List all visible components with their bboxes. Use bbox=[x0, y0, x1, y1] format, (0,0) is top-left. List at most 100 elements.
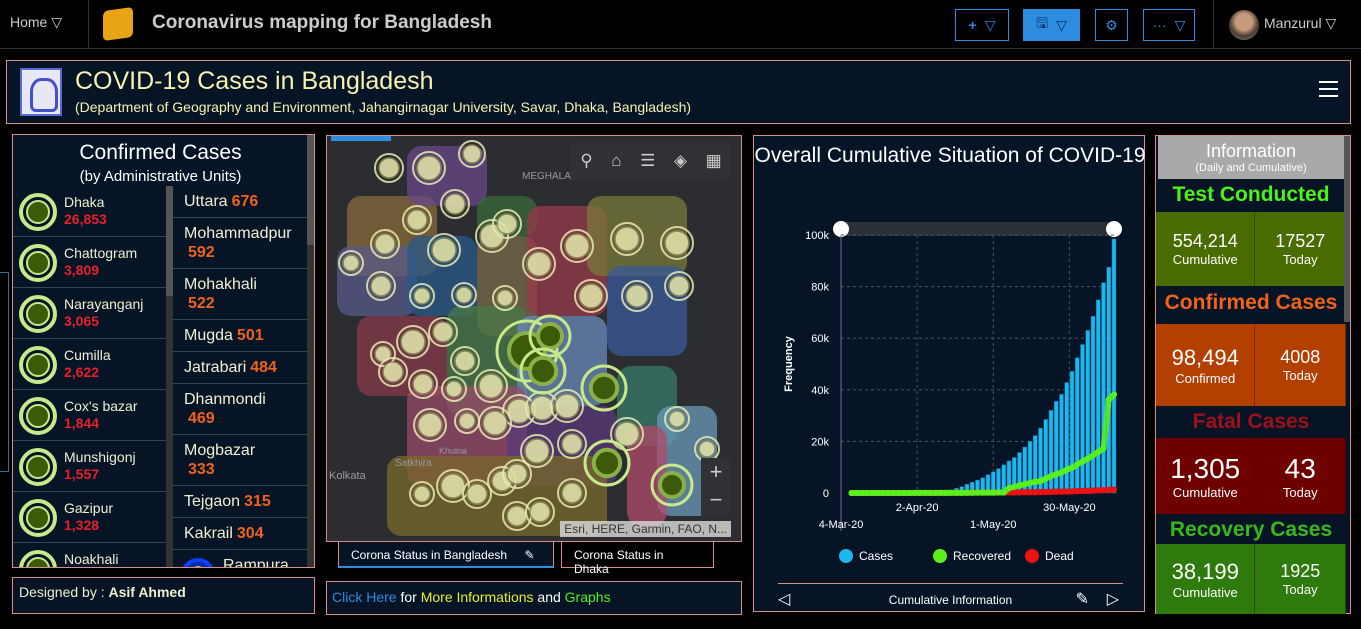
home-menu[interactable]: Home ▽ bbox=[10, 14, 62, 31]
recovered-point bbox=[1074, 461, 1081, 468]
area-item[interactable]: Jatrabari 484 bbox=[173, 352, 308, 384]
area-name: Jatrabari bbox=[184, 359, 247, 376]
tab-label: Corona Status in Dhaka bbox=[574, 548, 664, 576]
tab-dhaka[interactable]: Corona Status in Dhaka bbox=[561, 541, 714, 576]
designer-credit: Designed by : Asif Ahmed bbox=[12, 577, 315, 614]
hotspot-circle bbox=[536, 322, 564, 350]
dhaka-area-list: Uttara 676 Mohammadpur 592 Mohakhali 522 Mugda… bbox=[173, 186, 308, 567]
y-axis-label: Frequency bbox=[783, 335, 795, 392]
cases-bar bbox=[1096, 299, 1101, 494]
district-item[interactable]: Noakhali bbox=[13, 543, 166, 567]
link-text: and bbox=[533, 589, 565, 605]
cases-bar bbox=[1064, 382, 1069, 494]
hamburger-menu-icon[interactable] bbox=[1319, 81, 1338, 97]
case-circle bbox=[614, 226, 640, 252]
case-circle bbox=[478, 373, 504, 399]
district-value: 2,622 bbox=[64, 364, 100, 380]
legend-label: Recovered bbox=[953, 549, 1011, 563]
credit-label: Designed by : bbox=[19, 584, 109, 600]
recovered-point bbox=[958, 489, 965, 496]
case-circle bbox=[458, 412, 476, 430]
recovered-point bbox=[859, 490, 865, 496]
area-item[interactable]: Mogbazar 333 bbox=[173, 435, 308, 486]
dead-point bbox=[1021, 489, 1028, 496]
user-menu[interactable]: Manzurul ▽ bbox=[1264, 15, 1336, 32]
area-item[interactable]: Kakrail 304 bbox=[173, 518, 308, 550]
info-header: Information (Daily and Cumulative) bbox=[1158, 136, 1344, 179]
map-canvas[interactable]: MEGHALAYAKolkataSatkhiraKhulna bbox=[327, 136, 742, 542]
district-item[interactable]: Cox's bazar 1,844 bbox=[13, 390, 166, 441]
legend-label: Cases bbox=[859, 549, 893, 563]
area-item[interactable]: Dhanmondi 469 bbox=[173, 384, 308, 435]
previous-icon[interactable]: ◁ bbox=[778, 589, 790, 609]
case-circle-icon bbox=[19, 193, 57, 231]
scrollbar[interactable] bbox=[307, 135, 314, 567]
area-item[interactable]: Tejgaon 315 bbox=[173, 486, 308, 518]
next-icon[interactable]: ▷ bbox=[1107, 589, 1119, 609]
scrollbar[interactable] bbox=[166, 186, 173, 567]
case-circle bbox=[529, 501, 551, 523]
save-button[interactable]: 🖫 ▽ bbox=[1023, 9, 1080, 41]
pencil-icon[interactable]: ✎ bbox=[1076, 589, 1089, 609]
area-item[interactable]: Mohammadpur 592 bbox=[173, 218, 308, 269]
zoom-in-button[interactable]: + bbox=[701, 458, 731, 486]
area-item[interactable]: Mohakhali 522 bbox=[173, 269, 308, 320]
cumulative-value: 38,199 bbox=[1171, 558, 1239, 584]
home-icon[interactable]: ⌂ bbox=[611, 151, 621, 171]
map-view[interactable]: MEGHALAYA Kolkata Satkhira Khulna ⚲ ⌂ ☰ ◈ ▦ + −… bbox=[326, 135, 742, 542]
cumulative-label: Cumulative bbox=[1172, 584, 1238, 600]
case-circle bbox=[413, 287, 431, 305]
dead-point bbox=[1084, 487, 1091, 494]
layers-icon[interactable]: ◈ bbox=[674, 151, 687, 171]
cases-bar bbox=[996, 468, 1001, 494]
case-circle bbox=[378, 157, 400, 179]
basemap-gallery-icon[interactable]: ▦ bbox=[706, 151, 722, 171]
more-button[interactable]: ··· ▽ bbox=[1143, 9, 1195, 41]
cumulative-label: Cumulative bbox=[1172, 484, 1238, 500]
district-name: Dhaka bbox=[64, 194, 105, 210]
area-item[interactable]: Mugda 501 bbox=[173, 320, 308, 352]
dead-point bbox=[1090, 487, 1096, 494]
district-list: Dhaka 26,853 Chattogram 3,809 Narayanganj 3,0… bbox=[13, 186, 166, 567]
zoom-out-button[interactable]: − bbox=[701, 486, 731, 514]
cumulative-value: 554,214 bbox=[1172, 231, 1238, 251]
case-circle bbox=[412, 373, 434, 395]
case-circle bbox=[564, 233, 590, 259]
district-item[interactable]: Chattogram 3,809 bbox=[13, 237, 166, 288]
legend-icon[interactable]: ☰ bbox=[640, 151, 655, 171]
search-icon[interactable]: ⚲ bbox=[580, 151, 592, 171]
pencil-icon[interactable]: ✎ bbox=[524, 548, 534, 562]
district-item[interactable]: Munshigonj 1,557 bbox=[13, 441, 166, 492]
settings-button[interactable]: ⚙ bbox=[1095, 9, 1128, 41]
today-label: Today bbox=[1282, 582, 1318, 597]
add-button[interactable]: + ▽ bbox=[955, 9, 1009, 41]
district-item[interactable]: Cumilla 2,622 bbox=[13, 339, 166, 390]
user-name: Manzurul bbox=[1264, 15, 1322, 31]
dead-point bbox=[1105, 486, 1112, 493]
recovered-point bbox=[948, 489, 955, 496]
recovered-point bbox=[990, 489, 997, 496]
area-value: 501 bbox=[236, 327, 264, 344]
district-item[interactable]: Gazipur 1,328 bbox=[13, 492, 166, 543]
y-tick-label: 40k bbox=[811, 385, 829, 397]
confirmed-cases-panel: Confirmed Cases (by Administrative Units… bbox=[12, 134, 315, 568]
today-value: 17527 bbox=[1275, 231, 1326, 251]
chevron-down-icon: ▽ bbox=[1056, 16, 1067, 33]
x-tick-label: 1-May-20 bbox=[970, 519, 1016, 531]
case-circle bbox=[668, 410, 686, 428]
tab-bangladesh[interactable]: Corona Status in Bangladesh ✎ bbox=[338, 541, 554, 568]
case-circle-icon bbox=[19, 448, 57, 486]
area-item[interactable]: Uttara 676 bbox=[173, 186, 308, 218]
area-item[interactable]: Rampura306 bbox=[173, 550, 308, 567]
info-title: Information bbox=[1205, 141, 1297, 161]
case-circle-icon bbox=[19, 244, 57, 282]
district-item[interactable]: Narayanganj 3,065 bbox=[13, 288, 166, 339]
cases-bar bbox=[1048, 409, 1054, 494]
recovered-point bbox=[1100, 445, 1107, 452]
click-here-link[interactable]: Click Here bbox=[332, 589, 397, 605]
scrollbar[interactable] bbox=[1344, 136, 1350, 322]
side-panel-toggle[interactable] bbox=[0, 272, 9, 472]
district-item[interactable]: Dhaka 26,853 bbox=[13, 186, 166, 237]
avatar[interactable] bbox=[1229, 10, 1259, 40]
recovered-point bbox=[1053, 471, 1060, 478]
